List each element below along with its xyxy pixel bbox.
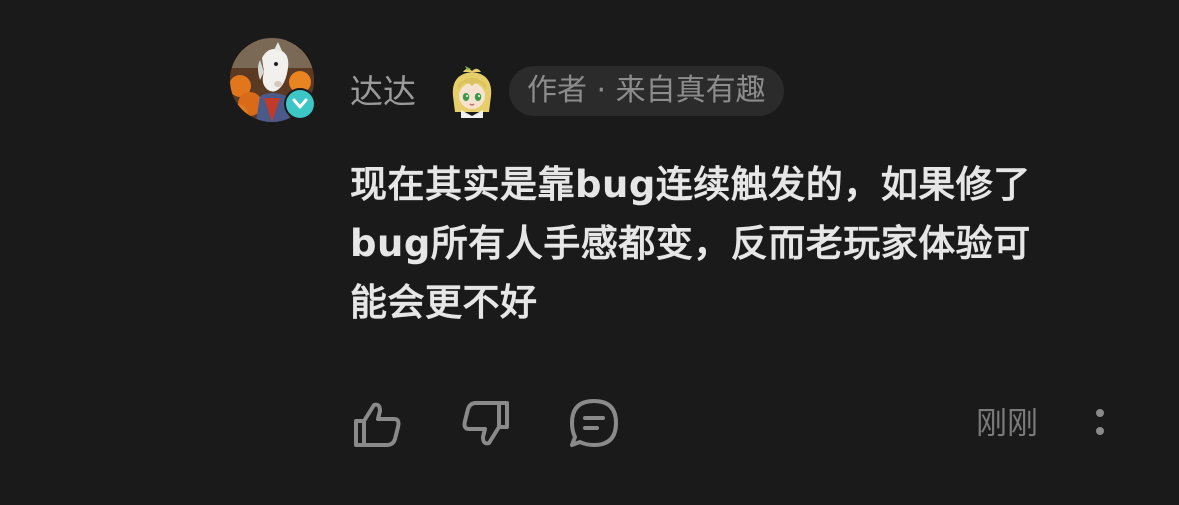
comment-body-line: 现在其实是靠bug连续触发的，如果修了: [350, 163, 1031, 206]
author-tag: 作者 · 来自真有趣: [509, 66, 784, 116]
verified-badge: [284, 88, 316, 120]
more-dot: [1096, 427, 1104, 435]
username[interactable]: 达达: [350, 70, 416, 114]
more-vertical-icon[interactable]: [1086, 402, 1114, 442]
dislike-button[interactable]: [458, 396, 514, 452]
anime-character-pendant-icon: [445, 66, 499, 118]
thumbs-down-icon: [462, 401, 509, 446]
more-dot: [1096, 409, 1104, 417]
reply-button[interactable]: [566, 396, 622, 452]
verified-check-icon: [286, 90, 314, 118]
comment-bubble-icon: [570, 399, 618, 447]
comment-body-line: 能会更不好: [350, 281, 538, 324]
like-button[interactable]: [349, 396, 405, 452]
comment-card: 达达 作者 · 来自真有趣 现在其实是靠bug连续触发的，如果修了 bug所有人…: [0, 0, 1179, 505]
comment-body: 现在其实是靠bug连续触发的，如果修了 bug所有人手感都变，反而老玩家体验可 …: [350, 155, 1110, 332]
avatar[interactable]: [230, 38, 316, 122]
thumbs-up-icon: [354, 402, 401, 447]
comment-body-line: bug所有人手感都变，反而老玩家体验可: [350, 222, 1031, 265]
timestamp: 刚刚: [976, 406, 1038, 442]
